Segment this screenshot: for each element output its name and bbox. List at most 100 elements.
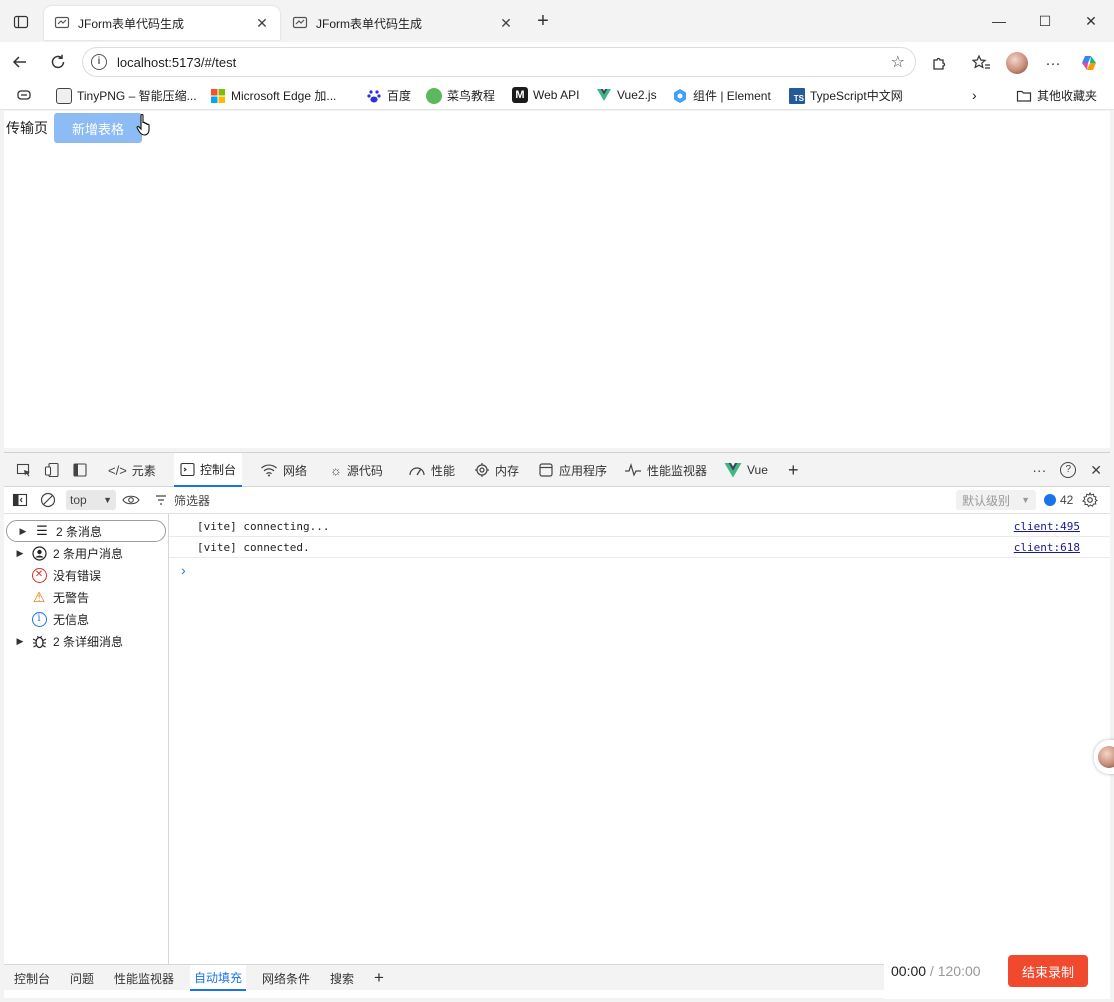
bookmark-label: 其他收藏夹 bbox=[1037, 89, 1098, 103]
drawer-tab-issues[interactable]: 问题 bbox=[66, 965, 98, 991]
tab-label: 性能监视器 bbox=[647, 463, 708, 478]
sidebar-item-verbose[interactable]: ▶ 2 条详细消息 bbox=[4, 630, 164, 652]
pulse-icon bbox=[625, 463, 641, 477]
extensions-button[interactable] bbox=[929, 52, 951, 74]
favorites-button[interactable] bbox=[970, 52, 992, 74]
close-tab-icon[interactable]: ✕ bbox=[254, 15, 270, 32]
sidebar-item-info[interactable]: i 无信息 bbox=[4, 608, 164, 630]
bookmark-web-api[interactable]: M Web API bbox=[512, 87, 579, 103]
caret-down-icon: ▼ bbox=[1021, 495, 1030, 505]
tab-vue[interactable]: Vue bbox=[718, 453, 774, 487]
console-prompt[interactable]: › bbox=[181, 562, 186, 578]
dock-panel-button[interactable] bbox=[66, 453, 94, 487]
drawer-tab-network-conditions[interactable]: 网络条件 bbox=[258, 965, 314, 991]
close-window-button[interactable]: ✕ bbox=[1068, 0, 1114, 42]
log-level-select[interactable]: 默认级别 ▼ bbox=[956, 490, 1036, 510]
plus-icon: + bbox=[788, 459, 799, 480]
bookmarks-manager-button[interactable] bbox=[16, 87, 32, 103]
other-bookmarks-folder[interactable]: 其他收藏夹 bbox=[1016, 87, 1097, 104]
device-icon bbox=[44, 462, 59, 478]
bookmark-baidu[interactable]: 百度 bbox=[366, 87, 411, 104]
console-icon bbox=[180, 462, 195, 476]
browser-tab[interactable]: JForm表单代码生成 ✕ bbox=[44, 6, 280, 40]
refresh-button[interactable] bbox=[46, 50, 70, 74]
more-button[interactable]: ··· bbox=[1042, 52, 1064, 74]
bookmark-typescript[interactable]: TS TypeScript中文网 bbox=[789, 87, 903, 104]
log-source-link[interactable]: client:495 bbox=[1014, 520, 1080, 533]
drawer-tab-performance-monitor[interactable]: 性能监视器 bbox=[110, 965, 178, 991]
profile-button[interactable] bbox=[1006, 52, 1028, 74]
drawer-tab-console[interactable]: 控制台 bbox=[10, 965, 54, 991]
favorite-star-icon[interactable]: ☆ bbox=[891, 52, 905, 72]
element-icon bbox=[674, 88, 686, 103]
bookmark-vue2[interactable]: Vue2.js bbox=[596, 87, 657, 103]
more-tabs-button[interactable]: + bbox=[782, 453, 805, 487]
tab-label: 控制台 bbox=[200, 462, 237, 477]
address-url[interactable]: localhost:5173/#/test bbox=[117, 55, 891, 70]
sidebar-item-errors[interactable]: ✕ 没有错误 bbox=[4, 564, 164, 586]
tab-performance-monitor[interactable]: 性能监视器 bbox=[618, 453, 713, 487]
copilot-button[interactable] bbox=[1078, 52, 1100, 74]
drawer-tab-search[interactable]: 搜索 bbox=[326, 965, 358, 991]
sidebar-item-warnings[interactable]: ⚠ 无警告 bbox=[4, 586, 164, 608]
caret-right-icon[interactable]: ▶ bbox=[13, 636, 27, 647]
tab-actions-button[interactable] bbox=[10, 11, 32, 33]
back-button[interactable] bbox=[8, 50, 32, 74]
sidebar-item-messages[interactable]: ▶ ☰ 2 条消息 bbox=[6, 520, 166, 542]
tab-label: 内存 bbox=[495, 463, 520, 478]
sidebar-item-label: 2 条用户消息 bbox=[53, 546, 124, 561]
device-emulation-button[interactable] bbox=[38, 453, 66, 487]
caret-right-icon[interactable]: ▶ bbox=[13, 548, 27, 559]
site-info-icon[interactable]: i bbox=[91, 54, 107, 70]
maximize-button[interactable]: ☐ bbox=[1022, 0, 1068, 42]
browser-tab[interactable]: JForm表单代码生成 ✕ bbox=[282, 6, 524, 40]
tab-memory[interactable]: 内存 bbox=[468, 453, 525, 487]
bookmark-tinypng[interactable]: TinyPNG – 智能压缩... bbox=[56, 87, 197, 104]
floating-avatar-button[interactable] bbox=[1094, 740, 1114, 774]
minimize-button[interactable]: — bbox=[976, 0, 1022, 42]
sidebar-item-user-messages[interactable]: ▶ 2 条用户消息 bbox=[4, 542, 164, 564]
add-table-button[interactable]: 新增表格 bbox=[54, 113, 142, 143]
chevron-right-icon: › bbox=[972, 87, 977, 103]
tab-application[interactable]: 应用程序 bbox=[532, 453, 613, 487]
tab-network[interactable]: 网络 bbox=[254, 453, 313, 487]
browser-toolbar: i localhost:5173/#/test ☆ ··· bbox=[0, 42, 1114, 82]
context-select[interactable]: top ▼ bbox=[66, 490, 116, 510]
more-bookmarks-button[interactable]: › bbox=[972, 87, 977, 103]
filter-input[interactable]: 筛选器 bbox=[154, 491, 210, 509]
clear-icon bbox=[40, 492, 56, 508]
filter-icon bbox=[156, 495, 166, 505]
sidebar-item-label: 无信息 bbox=[53, 612, 90, 627]
toggle-sidebar-button[interactable] bbox=[12, 491, 28, 509]
close-tab-icon[interactable]: ✕ bbox=[498, 15, 514, 32]
log-source-link[interactable]: client:618 bbox=[1014, 541, 1080, 554]
new-tab-button[interactable]: + bbox=[533, 11, 553, 32]
clear-console-button[interactable] bbox=[40, 491, 56, 509]
console-settings-button[interactable] bbox=[1082, 491, 1098, 509]
page-favicon-icon bbox=[292, 16, 308, 29]
close-devtools-icon[interactable]: ✕ bbox=[1090, 462, 1102, 479]
drawer-more-tabs-button[interactable]: + bbox=[370, 965, 388, 991]
bookmark-runoob[interactable]: 菜鸟教程 bbox=[426, 87, 495, 104]
tab-elements[interactable]: </> 元素 bbox=[102, 453, 162, 487]
more-options-icon[interactable]: ··· bbox=[1032, 462, 1046, 478]
tab-performance[interactable]: 性能 bbox=[402, 453, 461, 487]
live-expression-button[interactable] bbox=[122, 491, 140, 509]
stop-recording-button[interactable]: 结束录制 bbox=[1008, 955, 1088, 987]
caret-right-icon[interactable]: ▶ bbox=[16, 526, 30, 537]
address-bar[interactable]: i localhost:5173/#/test ☆ bbox=[82, 47, 916, 77]
filter-placeholder: 筛选器 bbox=[174, 493, 211, 508]
inspect-element-button[interactable] bbox=[10, 453, 38, 487]
caret-down-icon: ▼ bbox=[103, 495, 112, 505]
typescript-icon: TS bbox=[789, 87, 805, 104]
tab-sources[interactable]: ☼ 源代码 bbox=[324, 453, 389, 487]
help-icon[interactable]: ? bbox=[1060, 462, 1077, 478]
bookmark-microsoft-edge[interactable]: Microsoft Edge 加... bbox=[210, 87, 336, 104]
issues-counter[interactable]: 42 bbox=[1044, 491, 1073, 509]
issues-count: 42 bbox=[1060, 493, 1074, 507]
bookmark-element[interactable]: 组件 | Element bbox=[672, 87, 771, 104]
puzzle-icon bbox=[933, 57, 946, 70]
drawer-tab-autofill[interactable]: 自动填充 bbox=[190, 965, 247, 991]
memory-icon bbox=[475, 463, 489, 477]
tab-console[interactable]: 控制台 bbox=[174, 453, 243, 487]
